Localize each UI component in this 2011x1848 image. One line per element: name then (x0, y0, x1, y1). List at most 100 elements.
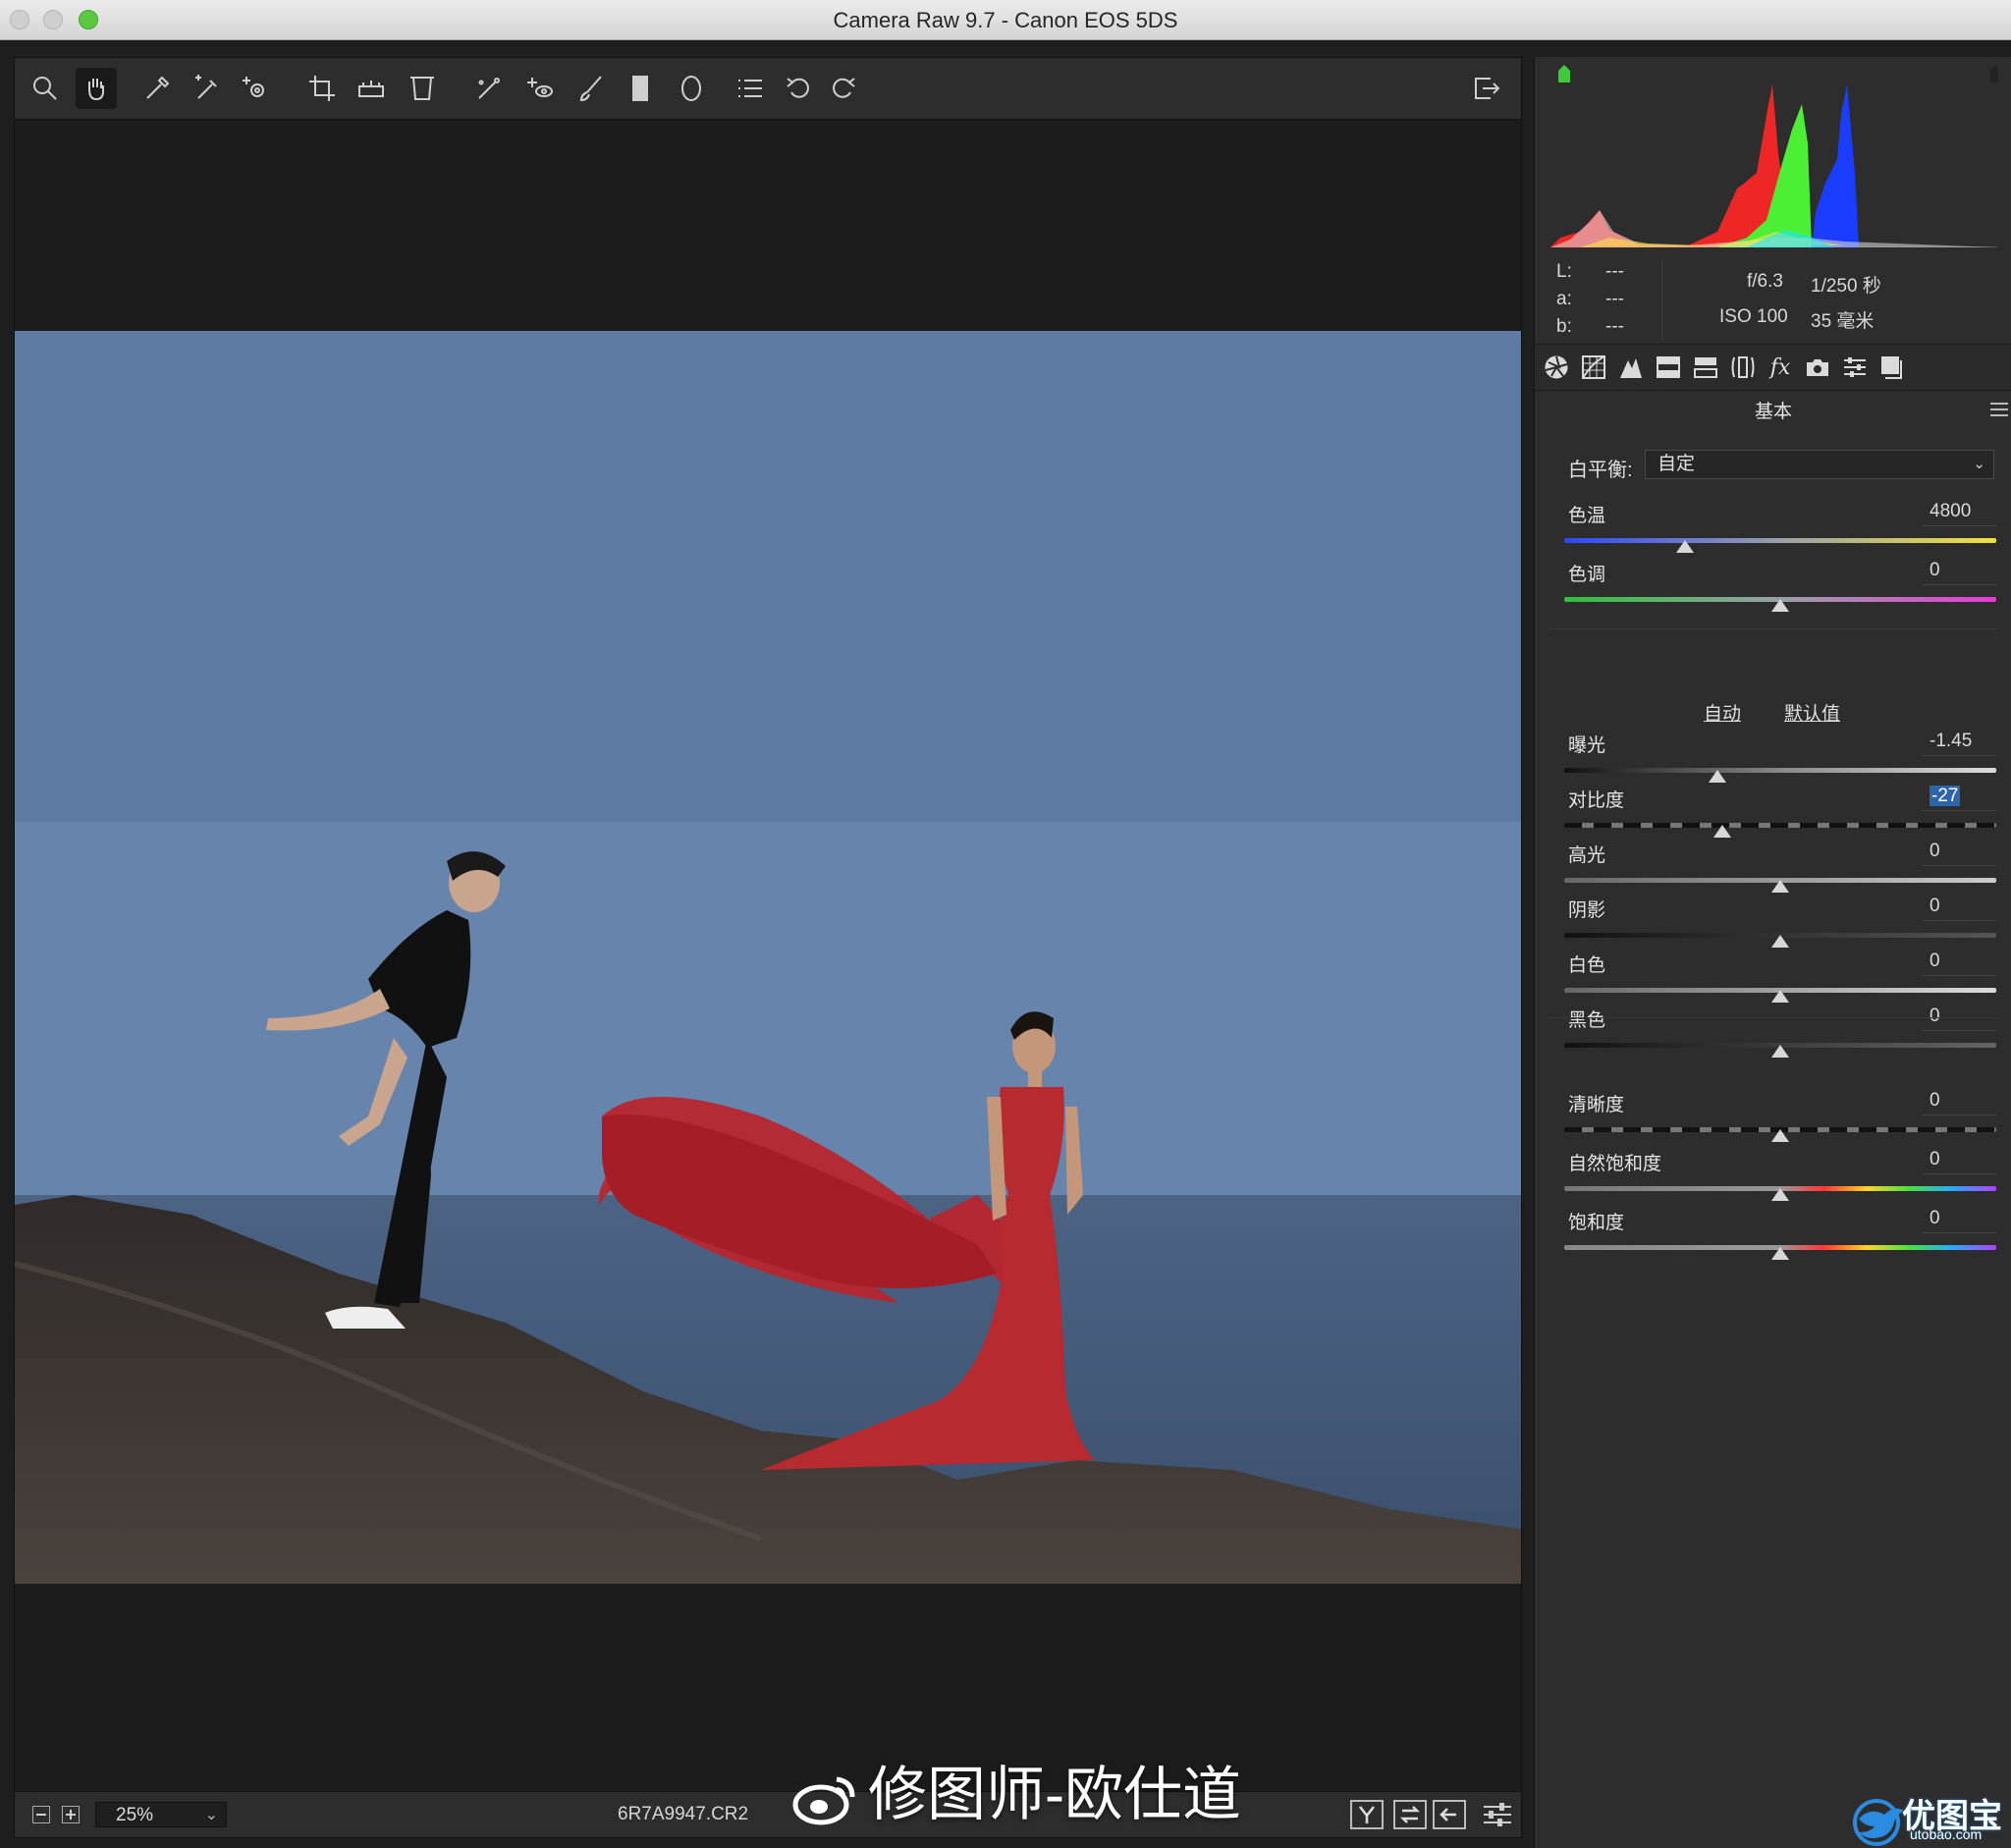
targeted-adjustment-tool[interactable] (235, 68, 276, 109)
zoom-in-button[interactable] (62, 1806, 80, 1823)
slider-value: 0 (1929, 1090, 1940, 1111)
lab-b-value: --- (1605, 316, 1624, 337)
white-balance-select[interactable]: 自定 ⌄ (1645, 450, 1994, 479)
slider-thumb[interactable] (1676, 540, 1695, 553)
toggle-fullscreen-button[interactable] (1466, 68, 1507, 109)
tab-presets[interactable] (1839, 352, 1871, 383)
iso-value: ISO 100 (1719, 306, 1788, 327)
slider-value: -1.45 (1929, 731, 1973, 751)
photo-preview[interactable] (15, 331, 1521, 1584)
slider-value-field[interactable]: 0 (1922, 1149, 1996, 1174)
adjustment-brush-tool[interactable] (571, 68, 612, 109)
spot-removal-tool[interactable] (468, 68, 510, 109)
tab-lens-corrections[interactable] (1727, 352, 1759, 383)
slider-thumb[interactable] (1771, 1247, 1789, 1260)
tools-toolbar (15, 58, 1521, 120)
tab-effects[interactable]: fx (1765, 352, 1796, 383)
shutter-speed-value: 1/250 秒 (1811, 276, 1881, 297)
slider-thumb[interactable] (1771, 1188, 1789, 1201)
hsl-icon (1657, 356, 1680, 378)
straighten-icon (358, 81, 384, 97)
crop-icon (309, 76, 335, 101)
preview-preferences-button[interactable] (1482, 1800, 1513, 1829)
tab-tone-curve[interactable] (1578, 352, 1609, 383)
crop-tool[interactable] (301, 68, 343, 109)
slider-value-field[interactable]: -1.45 (1922, 731, 1996, 756)
panel-menu-icon[interactable] (1990, 403, 2008, 416)
slider-label: 自然饱和度 (1568, 1154, 1662, 1174)
preferences-tool[interactable] (730, 68, 771, 109)
slider-thumb[interactable] (1771, 1129, 1789, 1142)
photo-illustration (15, 331, 1521, 1584)
rotate-right-icon (833, 78, 855, 98)
zoom-level-value: 25% (116, 1805, 154, 1825)
slider-value-field[interactable]: -27 (1922, 786, 1996, 811)
slider-label: 清晰度 (1568, 1095, 1625, 1115)
slider-value-field[interactable]: 0 (1922, 560, 1996, 585)
hand-tool[interactable] (76, 68, 117, 109)
utobao-logo: 优图宝 utobao.com (1851, 1789, 2008, 1848)
lab-l-label: L: (1556, 261, 1572, 282)
slider-track[interactable] (1564, 823, 1996, 828)
slider-thumb[interactable] (1771, 935, 1789, 948)
zoom-level-select[interactable]: 25% ⌄ (95, 1802, 227, 1827)
slider-shadows: 阴影 0 (1564, 896, 1996, 951)
slider-label: 饱和度 (1568, 1213, 1625, 1233)
copy-settings-button[interactable] (1433, 1800, 1466, 1829)
filename-label: 6R7A9947.CR2 (618, 1804, 749, 1824)
slider-thumb[interactable] (1771, 1045, 1789, 1058)
tone-curve-icon (1582, 355, 1605, 379)
slider-value-field[interactable]: 0 (1922, 896, 1996, 921)
slider-value-field[interactable]: 0 (1922, 1090, 1996, 1115)
default-button[interactable]: 默认值 (1784, 699, 1840, 726)
transform-tool[interactable] (402, 68, 443, 109)
straighten-tool[interactable] (351, 68, 392, 109)
slider-label: 曝光 (1568, 735, 1606, 756)
slider-value: 0 (1929, 841, 1940, 861)
slider-value-field[interactable]: 0 (1922, 841, 1996, 866)
tab-snapshots[interactable] (1876, 352, 1908, 383)
slider-value-field[interactable]: 0 (1922, 1208, 1996, 1233)
rotate-left-tool[interactable] (779, 68, 820, 109)
focal-length-value: 35 毫米 (1811, 311, 1875, 332)
color-sampler-tool[interactable] (186, 68, 227, 109)
slider-thumb[interactable] (1709, 770, 1727, 783)
slider-vibrance: 自然饱和度 0 (1564, 1149, 1996, 1204)
tab-basic[interactable] (1541, 352, 1572, 383)
tab-detail[interactable] (1615, 352, 1647, 383)
slider-thumb[interactable] (1771, 990, 1789, 1003)
slider-label: 高光 (1568, 845, 1606, 866)
snapshots-icon (1881, 356, 1902, 379)
radial-filter-tool[interactable] (671, 68, 712, 109)
section-divider (1549, 628, 1998, 629)
slider-track[interactable] (1564, 538, 1996, 543)
auto-button[interactable]: 自动 (1704, 699, 1741, 726)
slider-value-field[interactable]: 4800 (1922, 501, 1996, 526)
camera-icon (1807, 359, 1828, 376)
rotate-right-tool[interactable] (822, 68, 863, 109)
tab-camera-calibration[interactable] (1802, 352, 1833, 383)
slider-label: 色调 (1568, 565, 1606, 585)
slider-value-field[interactable]: 0 (1922, 1006, 1996, 1031)
white-balance-tool[interactable] (136, 68, 178, 109)
slider-track[interactable] (1564, 768, 1996, 773)
histogram[interactable] (1550, 65, 1998, 247)
highlight-clipping-warning-icon[interactable] (1990, 65, 1998, 82)
slider-thumb[interactable] (1712, 825, 1731, 838)
status-bar: 25% ⌄ 6R7A9947.CR2 (15, 1791, 1521, 1837)
slider-thumb[interactable] (1771, 880, 1789, 893)
before-after-view-button[interactable] (1350, 1800, 1384, 1829)
tab-split-toning[interactable] (1690, 352, 1721, 383)
tab-hsl[interactable] (1653, 352, 1684, 383)
red-eye-tool[interactable] (519, 68, 561, 109)
shadow-clipping-warning-icon[interactable] (1558, 65, 1570, 82)
swap-settings-button[interactable] (1393, 1800, 1427, 1829)
slider-value-field[interactable]: 0 (1922, 951, 1996, 976)
slider-whites: 白色 0 (1564, 951, 1996, 1006)
zoom-out-button[interactable] (32, 1806, 50, 1823)
zoom-tool[interactable] (25, 68, 66, 109)
graduated-filter-icon (632, 76, 648, 101)
graduated-filter-tool[interactable] (620, 68, 661, 109)
slider-thumb[interactable] (1771, 599, 1789, 612)
slider-value: 0 (1929, 1006, 1940, 1026)
